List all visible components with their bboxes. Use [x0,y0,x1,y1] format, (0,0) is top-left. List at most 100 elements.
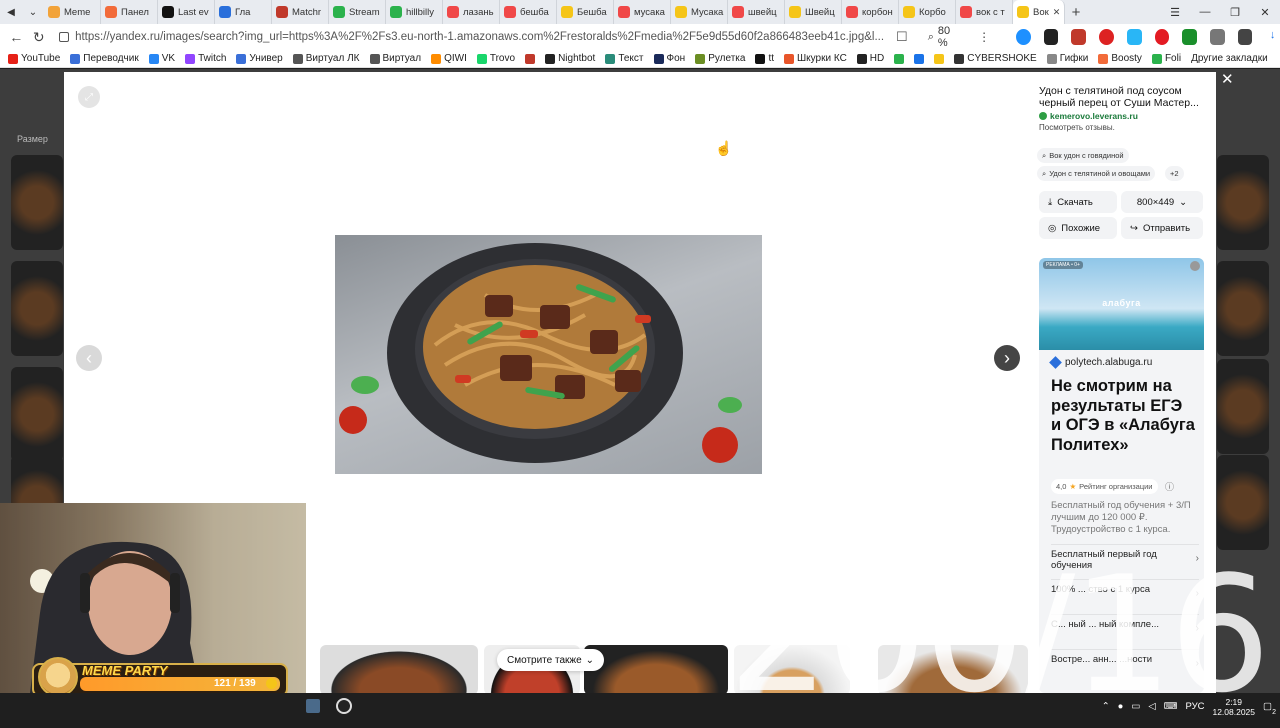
tab[interactable]: швейц [728,0,785,24]
tab[interactable]: корбон [842,0,899,24]
next-image-button[interactable]: › [994,345,1020,371]
download-button[interactable]: ⤓ Скачать [1039,191,1117,213]
tab[interactable]: лазань [443,0,500,24]
tab[interactable]: Мусака [671,0,728,24]
bookmark-item[interactable]: Foli [1151,53,1181,64]
bookmark-star-icon[interactable]: ☐ [896,29,908,45]
bookmark-item[interactable]: YouTube [8,53,60,64]
reviews-link[interactable]: Посмотреть отзывы. [1039,123,1115,132]
extension-block-icon[interactable] [1099,29,1114,45]
close-modal-icon[interactable]: ✕ [1221,70,1234,88]
bookmark-item[interactable] [914,53,925,64]
result-thumbnail[interactable] [11,261,63,356]
related-query-chip[interactable]: ⌕ Вок удон с говядиной [1037,148,1129,163]
previous-image-button[interactable]: ‹ [76,345,102,371]
tab[interactable]: Last ev [158,0,215,24]
ad-domain-link[interactable]: polytech.alabuga.ru [1049,356,1152,369]
result-thumbnail[interactable] [11,155,63,250]
tab[interactable]: мусака [614,0,671,24]
info-icon[interactable]: ⓘ [1165,480,1174,493]
tab[interactable]: Matchr [272,0,329,24]
result-thumbnail[interactable] [1217,455,1269,550]
clock[interactable]: 2:19 12.08.2025 [1212,697,1255,717]
size-filter[interactable]: Размер [17,134,48,144]
share-button[interactable]: ↪ Отправить [1121,217,1203,239]
bookmark-item[interactable]: CYBERSHOKE [954,53,1037,64]
tab[interactable]: бешба [500,0,557,24]
bookmark-item[interactable]: Trovo [476,53,515,64]
see-also-thumbnail[interactable] [320,645,478,693]
tab[interactable]: Бешба [557,0,614,24]
see-also-button[interactable]: Смотрите также ⌄ [497,649,605,671]
language-indicator[interactable]: РУС [1185,701,1204,712]
url-field[interactable]: https://yandex.ru/images/search?img_url=… [53,26,890,48]
result-thumbnail[interactable] [1217,155,1269,250]
tab[interactable]: вок с т [956,0,1013,24]
bookmark-item[interactable]: VK [148,53,175,64]
tab-active[interactable]: Вок ✕ [1013,0,1065,24]
ad-headline[interactable]: Не смотрим на результаты ЕГЭ и ОГЭ в «Ал… [1051,377,1196,455]
minimize-button[interactable]: — [1190,6,1220,19]
tab[interactable]: Stream [329,0,386,24]
bookmark-item[interactable]: tt [755,53,774,64]
extension-nightbot-icon[interactable] [1043,29,1059,45]
extension-shield-icon[interactable] [1209,29,1225,45]
extension-seven-tv-icon[interactable] [1126,29,1142,45]
volume-icon[interactable]: ◁ [1148,701,1155,712]
tab-audio-icon[interactable]: ◀ [0,0,22,24]
tab[interactable]: Гла [215,0,272,24]
tab-close-icon[interactable]: ✕ [1053,7,1061,18]
tab[interactable]: Meme [44,0,101,24]
menu-dots-icon[interactable]: ⋮ [978,30,990,44]
back-button[interactable]: ← [8,29,25,45]
bookmark-item[interactable]: Переводчик [70,53,139,64]
new-tab-button[interactable]: + [1065,4,1087,21]
main-food-image[interactable] [335,235,762,474]
zoom-indicator[interactable]: ⌕ 80 % [928,25,960,49]
bookmark-item[interactable]: QIWI [431,53,467,64]
more-chips-button[interactable]: +2 [1165,166,1184,181]
bookmark-item[interactable]: Рулетка [695,53,745,64]
extension-green-icon[interactable] [1182,29,1197,45]
extension-puzzle-icon[interactable] [1237,29,1253,45]
extension-skype-icon[interactable] [1016,29,1031,45]
reload-button[interactable]: ↻ [31,29,48,46]
maximize-button[interactable]: ❐ [1220,6,1250,19]
bookmark-item[interactable]: HD [856,53,884,64]
bookmark-item[interactable]: Шкурки КС [784,53,847,64]
bookmark-item[interactable]: Boosty [1098,53,1142,64]
bookmark-other-folder[interactable]: Другие закладки [1191,53,1280,64]
tab-search-chevron-icon[interactable]: ⌄ [22,0,44,24]
bookmark-item[interactable]: Универ [236,53,283,64]
notifications-icon[interactable]: ▢ 2 [1263,701,1276,716]
tab[interactable]: Панел [101,0,158,24]
size-select[interactable]: 800×449 ⌄ [1121,191,1203,213]
result-thumbnail[interactable] [1217,359,1269,454]
bookmark-item[interactable]: Виртуал ЛК [292,53,360,64]
bookmark-item[interactable]: Twitch [185,53,226,64]
list-tabs-icon[interactable]: ☰ [1160,6,1190,19]
tab[interactable]: Швейц [785,0,842,24]
tab[interactable]: hillbilly [386,0,443,24]
extension-red-icon[interactable] [1071,29,1087,45]
bookmark-item[interactable]: Nightbot [545,53,595,64]
bookmark-item[interactable] [894,53,905,64]
fullscreen-icon[interactable]: ⤢ [78,86,100,108]
microphone-icon[interactable]: ● [1118,701,1124,712]
result-thumbnail[interactable] [1217,261,1269,356]
bookmark-item[interactable]: Виртуал [369,53,421,64]
tray-chevron-up-icon[interactable]: ⌃ [1102,701,1110,712]
keyboard-icon[interactable]: ⌨ [1164,701,1178,712]
download-icon[interactable]: ↓ [1265,29,1280,45]
image-title-link[interactable]: Удон с телятиной под соусом черный перец… [1039,85,1204,109]
taskbar-app-icon[interactable] [306,699,320,713]
taskbar-obs-icon[interactable] [336,698,352,714]
bookmark-item[interactable] [934,53,945,64]
source-link[interactable]: kemerovo.leverans.ru [1039,111,1138,121]
ad-info-icon[interactable] [1190,261,1200,271]
similar-button[interactable]: ◎ Похожие [1039,217,1117,239]
result-thumbnail[interactable] [11,367,63,462]
bookmark-item[interactable] [525,53,536,64]
extension-opera-icon[interactable] [1154,29,1170,45]
bookmark-item[interactable]: Гифки [1046,53,1088,64]
